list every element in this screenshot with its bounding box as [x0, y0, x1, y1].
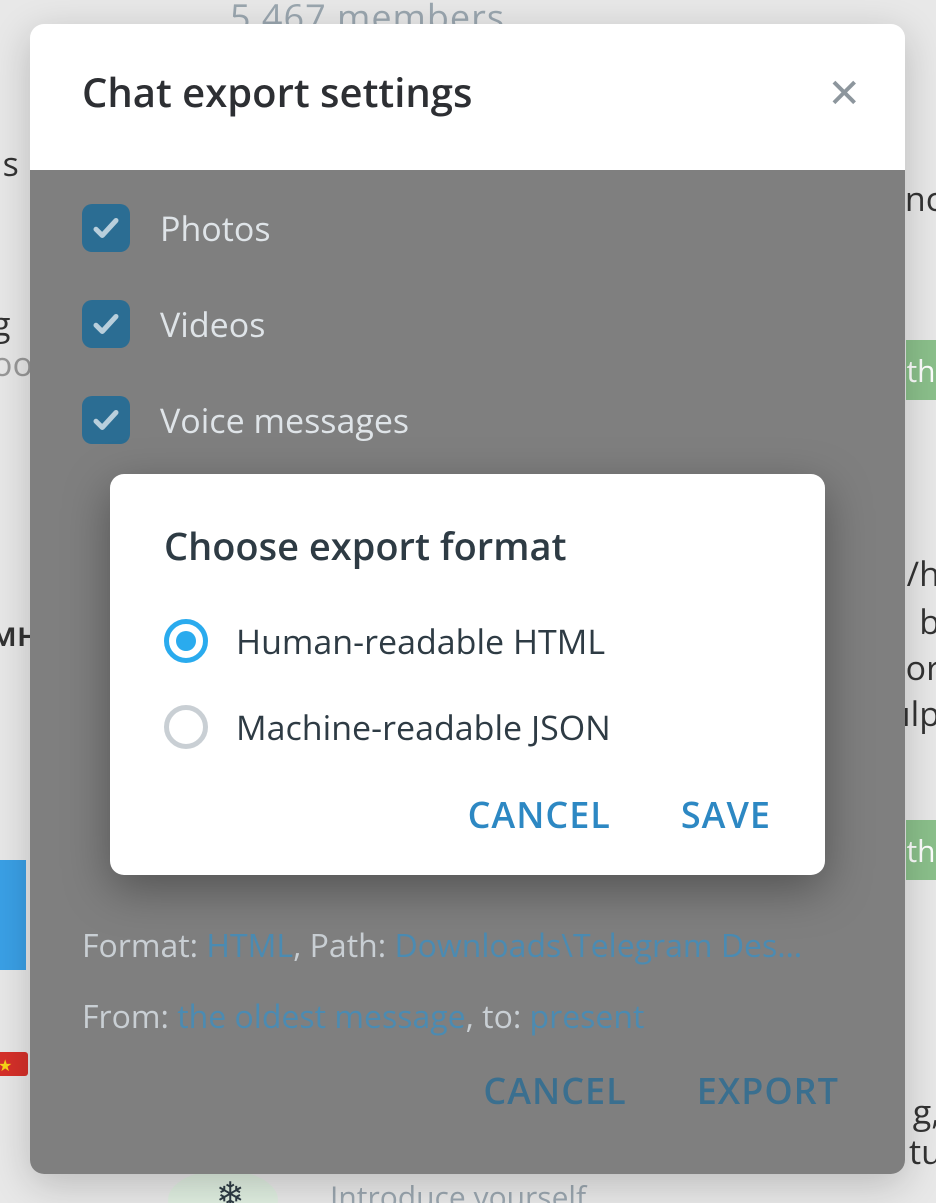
- cancel-button[interactable]: CANCEL: [468, 790, 611, 839]
- bg-green-bubble: th: [906, 820, 936, 880]
- option-label: Voice messages: [160, 397, 409, 443]
- bg-blue-selection: [0, 860, 26, 970]
- settings-actions: CANCEL EXPORT: [82, 1066, 853, 1115]
- radio-unselected-icon: [164, 705, 208, 749]
- format-dialog-actions: CANCEL SAVE: [164, 790, 771, 839]
- dialog-title-bar: Chat export settings ✕: [30, 24, 905, 153]
- option-label: Photos: [160, 205, 271, 251]
- path-link[interactable]: Downloads\Telegram Des…: [394, 924, 802, 967]
- from-label: From:: [82, 995, 177, 1038]
- option-photos[interactable]: Photos: [82, 204, 853, 252]
- format-option-label: Machine-readable JSON: [236, 704, 611, 750]
- bg-text-fragment: /h: [907, 550, 936, 596]
- bg-flag-icon: [0, 1052, 28, 1076]
- bg-text-fragment: or: [906, 644, 936, 690]
- format-dialog-title: Choose export format: [164, 520, 771, 572]
- option-videos[interactable]: Videos: [82, 300, 853, 348]
- save-button[interactable]: SAVE: [681, 790, 771, 839]
- checkbox-checked-icon: [82, 300, 130, 348]
- option-label: Videos: [160, 301, 265, 347]
- checkbox-checked-icon: [82, 396, 130, 444]
- to-label: , to:: [466, 995, 530, 1038]
- bg-text-fragment: is: [0, 140, 19, 186]
- bg-snowflake-icon: ❄: [216, 1170, 245, 1203]
- format-option-json[interactable]: Machine-readable JSON: [164, 704, 771, 750]
- option-voice-messages[interactable]: Voice messages: [82, 396, 853, 444]
- chat-export-settings-dialog: Chat export settings ✕ Photos Videos Voi…: [30, 24, 905, 1174]
- bg-text-fragment: tu: [909, 1128, 936, 1174]
- format-option-html[interactable]: Human-readable HTML: [164, 618, 771, 664]
- path-label: , Path:: [293, 924, 394, 967]
- checkbox-checked-icon: [82, 204, 130, 252]
- close-icon[interactable]: ✕: [827, 72, 861, 112]
- from-link[interactable]: the oldest message: [177, 995, 465, 1038]
- dialog-title: Chat export settings: [82, 64, 472, 119]
- bg-text-fragment: Introduce yourself.: [330, 1176, 594, 1203]
- choose-export-format-dialog: Choose export format Human-readable HTML…: [110, 474, 825, 875]
- format-link[interactable]: HTML: [206, 924, 293, 967]
- to-link[interactable]: present: [530, 995, 645, 1038]
- cancel-button[interactable]: CANCEL: [483, 1066, 626, 1115]
- export-range-line: From: the oldest message, to: present: [82, 995, 853, 1038]
- bg-green-bubble: th: [906, 340, 936, 400]
- bg-text-fragment: b: [919, 598, 936, 644]
- export-format-path-line: Format: HTML, Path: Downloads\Telegram D…: [82, 924, 853, 967]
- format-label: Format:: [82, 924, 206, 967]
- format-option-label: Human-readable HTML: [236, 618, 605, 664]
- bg-text-fragment: nc: [905, 175, 936, 221]
- radio-selected-icon: [164, 619, 208, 663]
- export-button[interactable]: EXPORT: [697, 1066, 839, 1115]
- bg-text-fragment: ılp: [902, 690, 936, 736]
- bg-text-fragment: oo: [0, 340, 33, 386]
